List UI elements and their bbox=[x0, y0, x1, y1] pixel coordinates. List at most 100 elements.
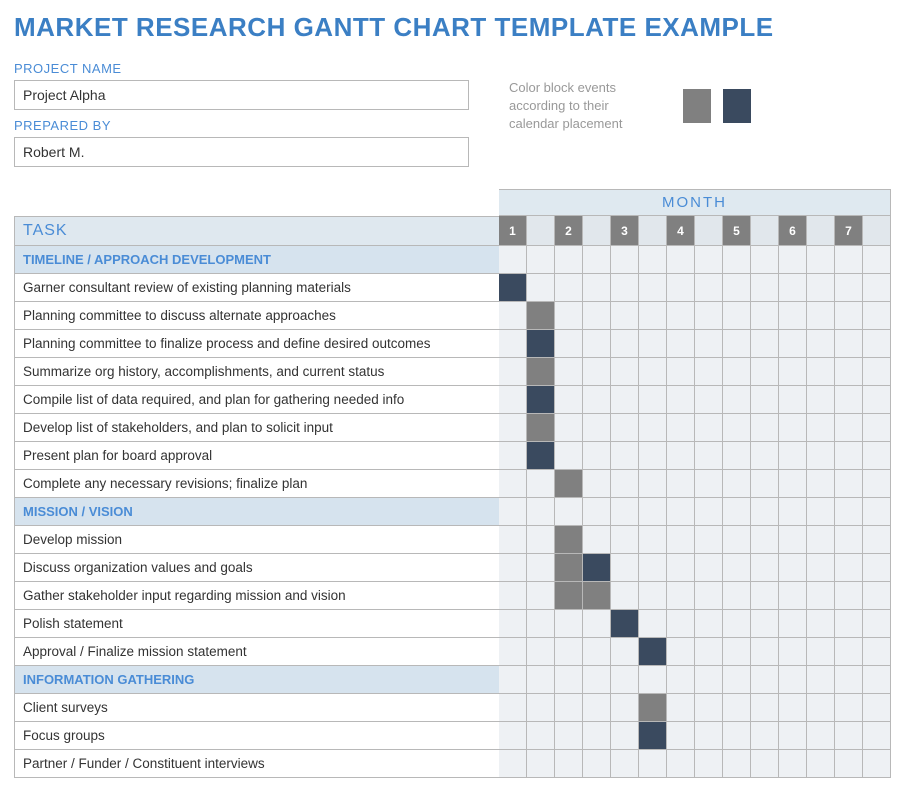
grid-cell bbox=[667, 274, 695, 302]
grid-cell bbox=[863, 470, 891, 498]
grid-cell bbox=[779, 442, 807, 470]
grid-cell bbox=[835, 582, 863, 610]
grid-cell bbox=[611, 470, 639, 498]
grid-cell bbox=[863, 694, 891, 722]
grid-cell bbox=[779, 386, 807, 414]
grid-cell bbox=[611, 302, 639, 330]
grid-cell bbox=[527, 638, 555, 666]
month-number-row: 1234567 bbox=[499, 216, 891, 246]
grid-cell bbox=[779, 246, 807, 274]
grid-cell bbox=[667, 666, 695, 694]
grid-cell bbox=[527, 666, 555, 694]
grid-cell bbox=[835, 414, 863, 442]
grid-cell bbox=[639, 638, 667, 666]
top-row: PROJECT NAME PREPARED BY Color block eve… bbox=[14, 61, 891, 167]
grid-cell bbox=[639, 526, 667, 554]
grid-cell bbox=[667, 498, 695, 526]
grid-cell bbox=[779, 470, 807, 498]
grid-cell bbox=[639, 610, 667, 638]
grid-cell bbox=[695, 274, 723, 302]
grid-cell bbox=[499, 750, 527, 778]
grid-cell bbox=[611, 442, 639, 470]
grid-cell bbox=[779, 722, 807, 750]
project-name-input[interactable] bbox=[14, 80, 469, 110]
timeline-column: MONTH 1234567 bbox=[499, 189, 891, 778]
grid-cell bbox=[695, 582, 723, 610]
grid-cell bbox=[667, 442, 695, 470]
grid-cell bbox=[779, 750, 807, 778]
task-row: Gather stakeholder input regarding missi… bbox=[14, 582, 499, 610]
grid-cell bbox=[527, 526, 555, 554]
grid-cell bbox=[835, 554, 863, 582]
task-row: Complete any necessary revisions; finali… bbox=[14, 470, 499, 498]
section-grid-row bbox=[499, 498, 891, 526]
grid-cell bbox=[499, 526, 527, 554]
grid-cell bbox=[751, 498, 779, 526]
grid-cell bbox=[667, 722, 695, 750]
grid-cell bbox=[835, 246, 863, 274]
grid-cell bbox=[611, 554, 639, 582]
grid-cell bbox=[835, 470, 863, 498]
grid-cell bbox=[695, 414, 723, 442]
grid-cell bbox=[555, 386, 583, 414]
grid-cell bbox=[835, 302, 863, 330]
month-number-cell bbox=[863, 216, 891, 246]
grid-cell bbox=[695, 470, 723, 498]
month-number-cell bbox=[639, 216, 667, 246]
grid-cell bbox=[863, 610, 891, 638]
grid-cell bbox=[863, 750, 891, 778]
grid-cell bbox=[751, 330, 779, 358]
grid-cell bbox=[723, 694, 751, 722]
task-grid-row bbox=[499, 582, 891, 610]
section-header: MISSION / VISION bbox=[14, 498, 499, 526]
grid-cell bbox=[695, 638, 723, 666]
grid-cell bbox=[583, 246, 611, 274]
grid-cell bbox=[499, 358, 527, 386]
grid-cell bbox=[835, 330, 863, 358]
grid-cell bbox=[639, 358, 667, 386]
month-number-cell: 1 bbox=[499, 216, 527, 246]
task-grid-row bbox=[499, 302, 891, 330]
grid-cell bbox=[863, 442, 891, 470]
grid-cell bbox=[555, 246, 583, 274]
grid-cell bbox=[667, 750, 695, 778]
grid-cell bbox=[807, 470, 835, 498]
grid-cell bbox=[639, 470, 667, 498]
section-grid-row bbox=[499, 246, 891, 274]
month-number-cell: 6 bbox=[779, 216, 807, 246]
task-grid-row bbox=[499, 526, 891, 554]
grid-cell bbox=[779, 526, 807, 554]
grid-cell bbox=[611, 358, 639, 386]
grid-cell bbox=[527, 610, 555, 638]
grid-cell bbox=[751, 694, 779, 722]
task-row: Planning committee to discuss alternate … bbox=[14, 302, 499, 330]
task-grid-row bbox=[499, 470, 891, 498]
grid-cell bbox=[751, 414, 779, 442]
grid-cell bbox=[555, 302, 583, 330]
grid-cell bbox=[723, 414, 751, 442]
grid-cell bbox=[555, 358, 583, 386]
grid-cell bbox=[527, 358, 555, 386]
grid-cell bbox=[667, 638, 695, 666]
grid-cell bbox=[863, 414, 891, 442]
prepared-by-label: PREPARED BY bbox=[14, 118, 469, 133]
task-grid-row bbox=[499, 694, 891, 722]
grid-cell bbox=[807, 526, 835, 554]
grid-cell bbox=[499, 722, 527, 750]
grid-cell bbox=[835, 386, 863, 414]
task-row: Discuss organization values and goals bbox=[14, 554, 499, 582]
grid-cell bbox=[807, 330, 835, 358]
legend-swatch-dark bbox=[723, 89, 751, 123]
grid-cell bbox=[807, 498, 835, 526]
grid-cell bbox=[527, 554, 555, 582]
task-row: Client surveys bbox=[14, 694, 499, 722]
grid-cell bbox=[695, 386, 723, 414]
grid-cell bbox=[723, 666, 751, 694]
grid-cell bbox=[499, 246, 527, 274]
task-row: Partner / Funder / Constituent interview… bbox=[14, 750, 499, 778]
grid-cell bbox=[555, 722, 583, 750]
prepared-by-input[interactable] bbox=[14, 137, 469, 167]
grid-cell bbox=[583, 526, 611, 554]
grid-cell bbox=[779, 582, 807, 610]
grid-cell bbox=[583, 750, 611, 778]
